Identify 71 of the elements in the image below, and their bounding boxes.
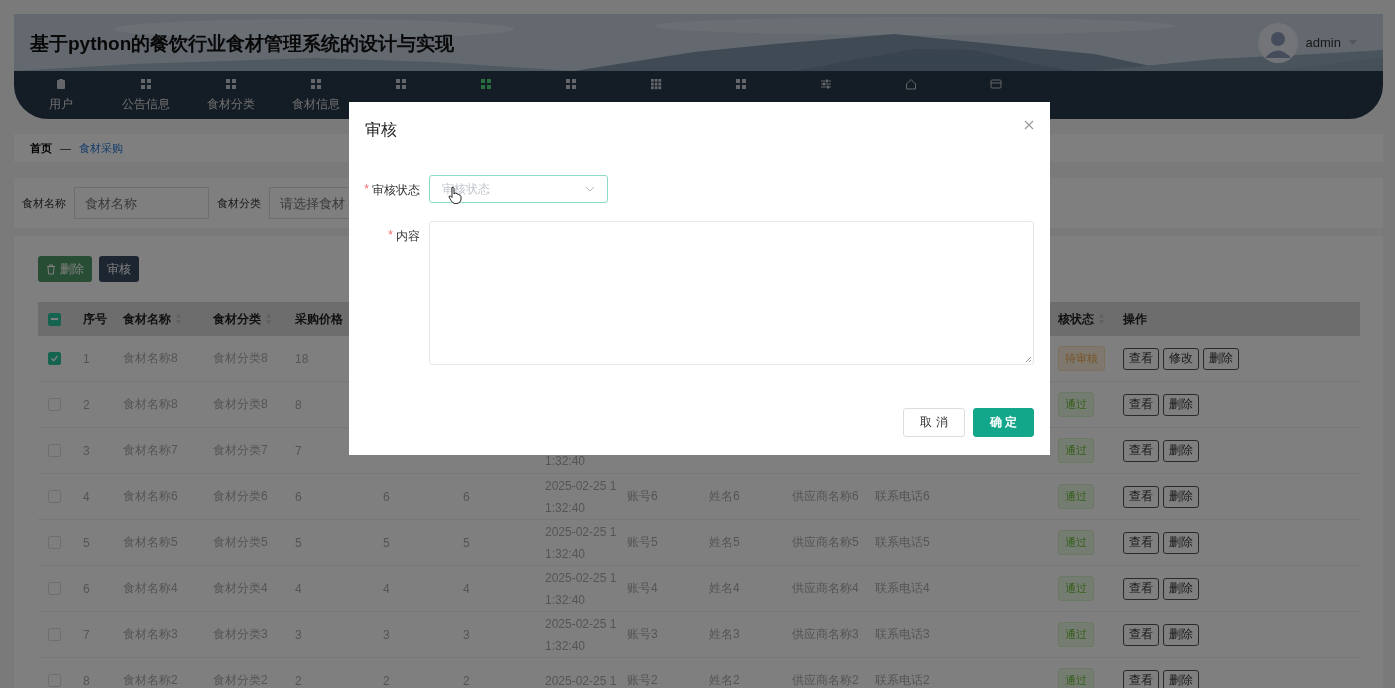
action-button[interactable]: 删除: [1163, 393, 1199, 416]
action-button[interactable]: 删除: [1163, 531, 1199, 554]
form-label: * 审核状态: [363, 181, 420, 199]
action-button[interactable]: 查看: [1123, 669, 1159, 688]
confirm-button[interactable]: 确 定: [972, 408, 1034, 437]
status-tag: 通过: [1058, 576, 1094, 601]
action-button[interactable]: 查看: [1123, 347, 1159, 370]
cancel-button[interactable]: 取 消: [903, 408, 965, 437]
trash-icon: [46, 263, 56, 275]
column-header: 核状态: [1058, 310, 1094, 328]
clipboard-icon: [54, 78, 67, 90]
app-title: 基于python的餐饮行业食材管理系统的设计与实现: [30, 31, 455, 56]
column-header: 食材名称: [123, 310, 171, 328]
review-button[interactable]: 审核: [99, 256, 139, 282]
status-tag: 通过: [1058, 484, 1094, 509]
nav-item[interactable]: 用户: [18, 71, 103, 119]
breadcrumb-link[interactable]: 首页: [30, 140, 52, 156]
column-header: 操作: [1123, 310, 1147, 328]
sliders-icon: [819, 78, 832, 90]
check-icon: [50, 354, 59, 363]
status-tag: 通过: [1058, 622, 1094, 647]
nav-item[interactable]: 食材分类: [188, 71, 273, 119]
grid-icon: [139, 78, 152, 90]
grid-icon: [734, 78, 747, 90]
delete-button[interactable]: 删除: [38, 256, 92, 282]
avatar[interactable]: [1257, 22, 1298, 63]
grid-icon: [479, 78, 492, 90]
dialog-title: 审核: [365, 120, 397, 140]
action-button[interactable]: 删除: [1163, 623, 1199, 646]
row-checkbox[interactable]: [48, 352, 61, 365]
action-button[interactable]: 查看: [1123, 531, 1159, 554]
field-label: 食材名称: [22, 195, 66, 211]
resize-grip-icon[interactable]: [1025, 356, 1032, 363]
nav-item[interactable]: 公告信息: [103, 71, 188, 119]
grid-icon: [224, 78, 237, 90]
action-button[interactable]: 删除: [1163, 439, 1199, 462]
status-tag: 通过: [1058, 392, 1094, 417]
grid-icon: [564, 78, 577, 90]
action-button[interactable]: 查看: [1123, 439, 1159, 462]
status-tag: 待审核: [1058, 346, 1105, 371]
card-icon: [989, 78, 1002, 90]
status-tag: 通过: [1058, 438, 1094, 463]
action-button[interactable]: 删除: [1163, 577, 1199, 600]
action-button[interactable]: 查看: [1123, 577, 1159, 600]
action-button[interactable]: 删除: [1163, 669, 1199, 688]
status-tag: 通过: [1058, 530, 1094, 555]
breadcrumb-current: 食材采购: [79, 140, 123, 156]
select-all-checkbox[interactable]: [48, 312, 61, 326]
home-icon: [904, 78, 917, 90]
action-button[interactable]: 查看: [1123, 393, 1159, 416]
field-label: 食材分类: [217, 195, 261, 211]
action-button[interactable]: 删除: [1163, 485, 1199, 508]
column-header: 采购价格: [295, 310, 343, 328]
minus-icon: [51, 318, 58, 320]
user-name[interactable]: admin: [1305, 35, 1341, 50]
grid-icon: [649, 78, 662, 90]
grid-icon: [309, 78, 322, 90]
form-label: * 内容: [387, 227, 420, 245]
action-button[interactable]: 查看: [1123, 623, 1159, 646]
column-header: 序号: [83, 310, 107, 328]
close-icon[interactable]: [1024, 120, 1034, 130]
column-header: 食材分类: [213, 310, 261, 328]
action-button[interactable]: 删除: [1203, 347, 1239, 370]
grid-icon: [394, 78, 407, 90]
action-button[interactable]: 查看: [1123, 485, 1159, 508]
chevron-icon: [585, 186, 595, 192]
breadcrumb-separator: —: [60, 142, 71, 154]
action-button[interactable]: 修改: [1163, 347, 1199, 370]
nav-item[interactable]: 食材信息: [273, 71, 358, 119]
status-tag: 通过: [1058, 668, 1094, 688]
search-field[interactable]: 食材名称: [74, 187, 209, 219]
